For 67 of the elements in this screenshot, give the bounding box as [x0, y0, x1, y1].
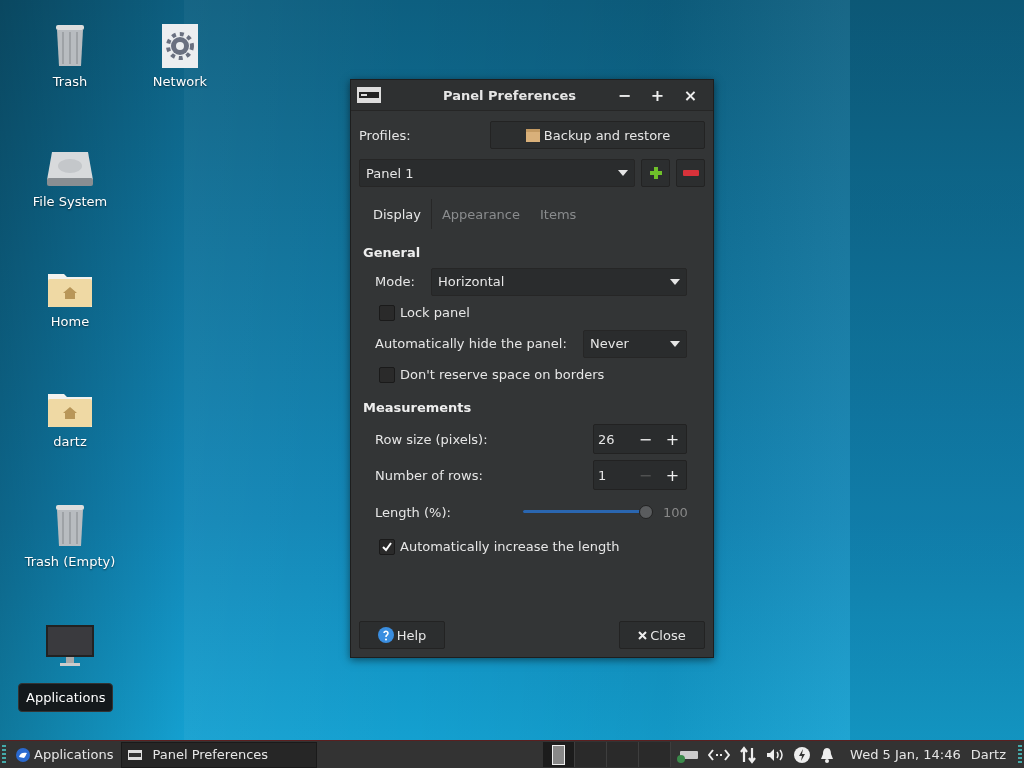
add-button[interactable]: [641, 159, 670, 187]
notification-bell-icon[interactable]: [820, 746, 835, 763]
spin-field[interactable]: 1 − +: [593, 460, 687, 490]
tab[interactable]: Appearance: [431, 199, 530, 229]
window-app-icon: [357, 87, 381, 103]
window-app-icon: [128, 749, 143, 760]
network-icon[interactable]: [708, 748, 731, 761]
box-icon: [524, 127, 541, 143]
close-button[interactable]: ×: [674, 85, 707, 105]
plus-icon: [648, 166, 663, 180]
help-icon: [377, 627, 394, 643]
desktop-icon-label[interactable]: Trash (Empty): [24, 554, 116, 569]
panel-dropdown[interactable]: Panel 1: [359, 159, 635, 187]
decrement-button[interactable]: −: [632, 429, 659, 449]
clock[interactable]: Wed 5 Jan, 14:46: [850, 747, 961, 762]
desktop-icon-label[interactable]: dartz: [53, 434, 87, 449]
dropdown[interactable]: Never: [583, 329, 687, 358]
setting-label: Length (%):: [375, 504, 451, 520]
checkbox[interactable]: Automatically increase the length: [375, 538, 620, 555]
workspace-button[interactable]: [543, 742, 576, 767]
close-icon: [638, 630, 648, 640]
menu-logo-icon: [16, 747, 30, 762]
slider-value: 100: [663, 504, 687, 520]
increment-button[interactable]: +: [659, 429, 686, 449]
checkbox[interactable]: Lock panel: [375, 304, 470, 321]
section-heading: General: [363, 245, 422, 260]
slider-thumb[interactable]: [639, 505, 653, 519]
dropdown-caret-icon: [670, 278, 680, 285]
checkbox[interactable]: Don't reserve space on borders: [375, 366, 605, 383]
close-dialog-button[interactable]: Close: [619, 621, 705, 649]
desktop-icon-label[interactable]: Trash: [52, 74, 88, 89]
checkmark-icon: [381, 540, 393, 553]
monitor-icon: [45, 624, 95, 668]
user-name[interactable]: Dartz: [970, 747, 1006, 762]
setting-label: Number of rows:: [375, 467, 483, 483]
profiles-label: Profiles:: [359, 127, 411, 143]
dropdown[interactable]: Horizontal: [431, 267, 687, 296]
tooltip: Applications: [18, 683, 114, 712]
setting-label: Automatically hide the panel:: [375, 336, 567, 351]
taskbar-window-button[interactable]: Panel Preferences: [121, 741, 318, 768]
increment-button[interactable]: +: [659, 465, 686, 485]
minus-icon: [682, 170, 699, 176]
volume-icon[interactable]: [766, 747, 785, 762]
tab[interactable]: Items: [530, 199, 587, 229]
desktop-icon-label[interactable]: Home: [50, 314, 90, 329]
hard-drive-icon: [46, 150, 94, 188]
remove-button[interactable]: [676, 159, 705, 187]
transfer-arrows-icon[interactable]: [740, 745, 757, 764]
trash-icon: [53, 502, 87, 548]
help-button[interactable]: Help: [359, 621, 445, 649]
gear-icon: [162, 24, 198, 68]
applications-menu-button[interactable]: Applications: [12, 741, 118, 768]
dropdown-caret-icon: [618, 170, 628, 176]
desktop-icon-label[interactable]: File System: [32, 194, 108, 209]
spin-field[interactable]: 26 − +: [593, 424, 687, 454]
maximize-button[interactable]: +: [641, 85, 674, 105]
trash-icon: [53, 22, 87, 68]
section-heading: Measurements: [363, 400, 473, 415]
minimize-button[interactable]: −: [608, 85, 641, 105]
desktop-icon-label[interactable]: Network: [152, 74, 208, 89]
dropdown-caret-icon: [670, 340, 680, 347]
setting-label: Mode:: [375, 274, 415, 289]
power-icon[interactable]: [794, 746, 811, 763]
window-title: Panel Preferences: [442, 87, 577, 103]
setting-label: Row size (pixels):: [375, 431, 488, 447]
backup-restore-button[interactable]: Backup and restore: [490, 121, 705, 149]
slider-track[interactable]: [523, 504, 653, 520]
